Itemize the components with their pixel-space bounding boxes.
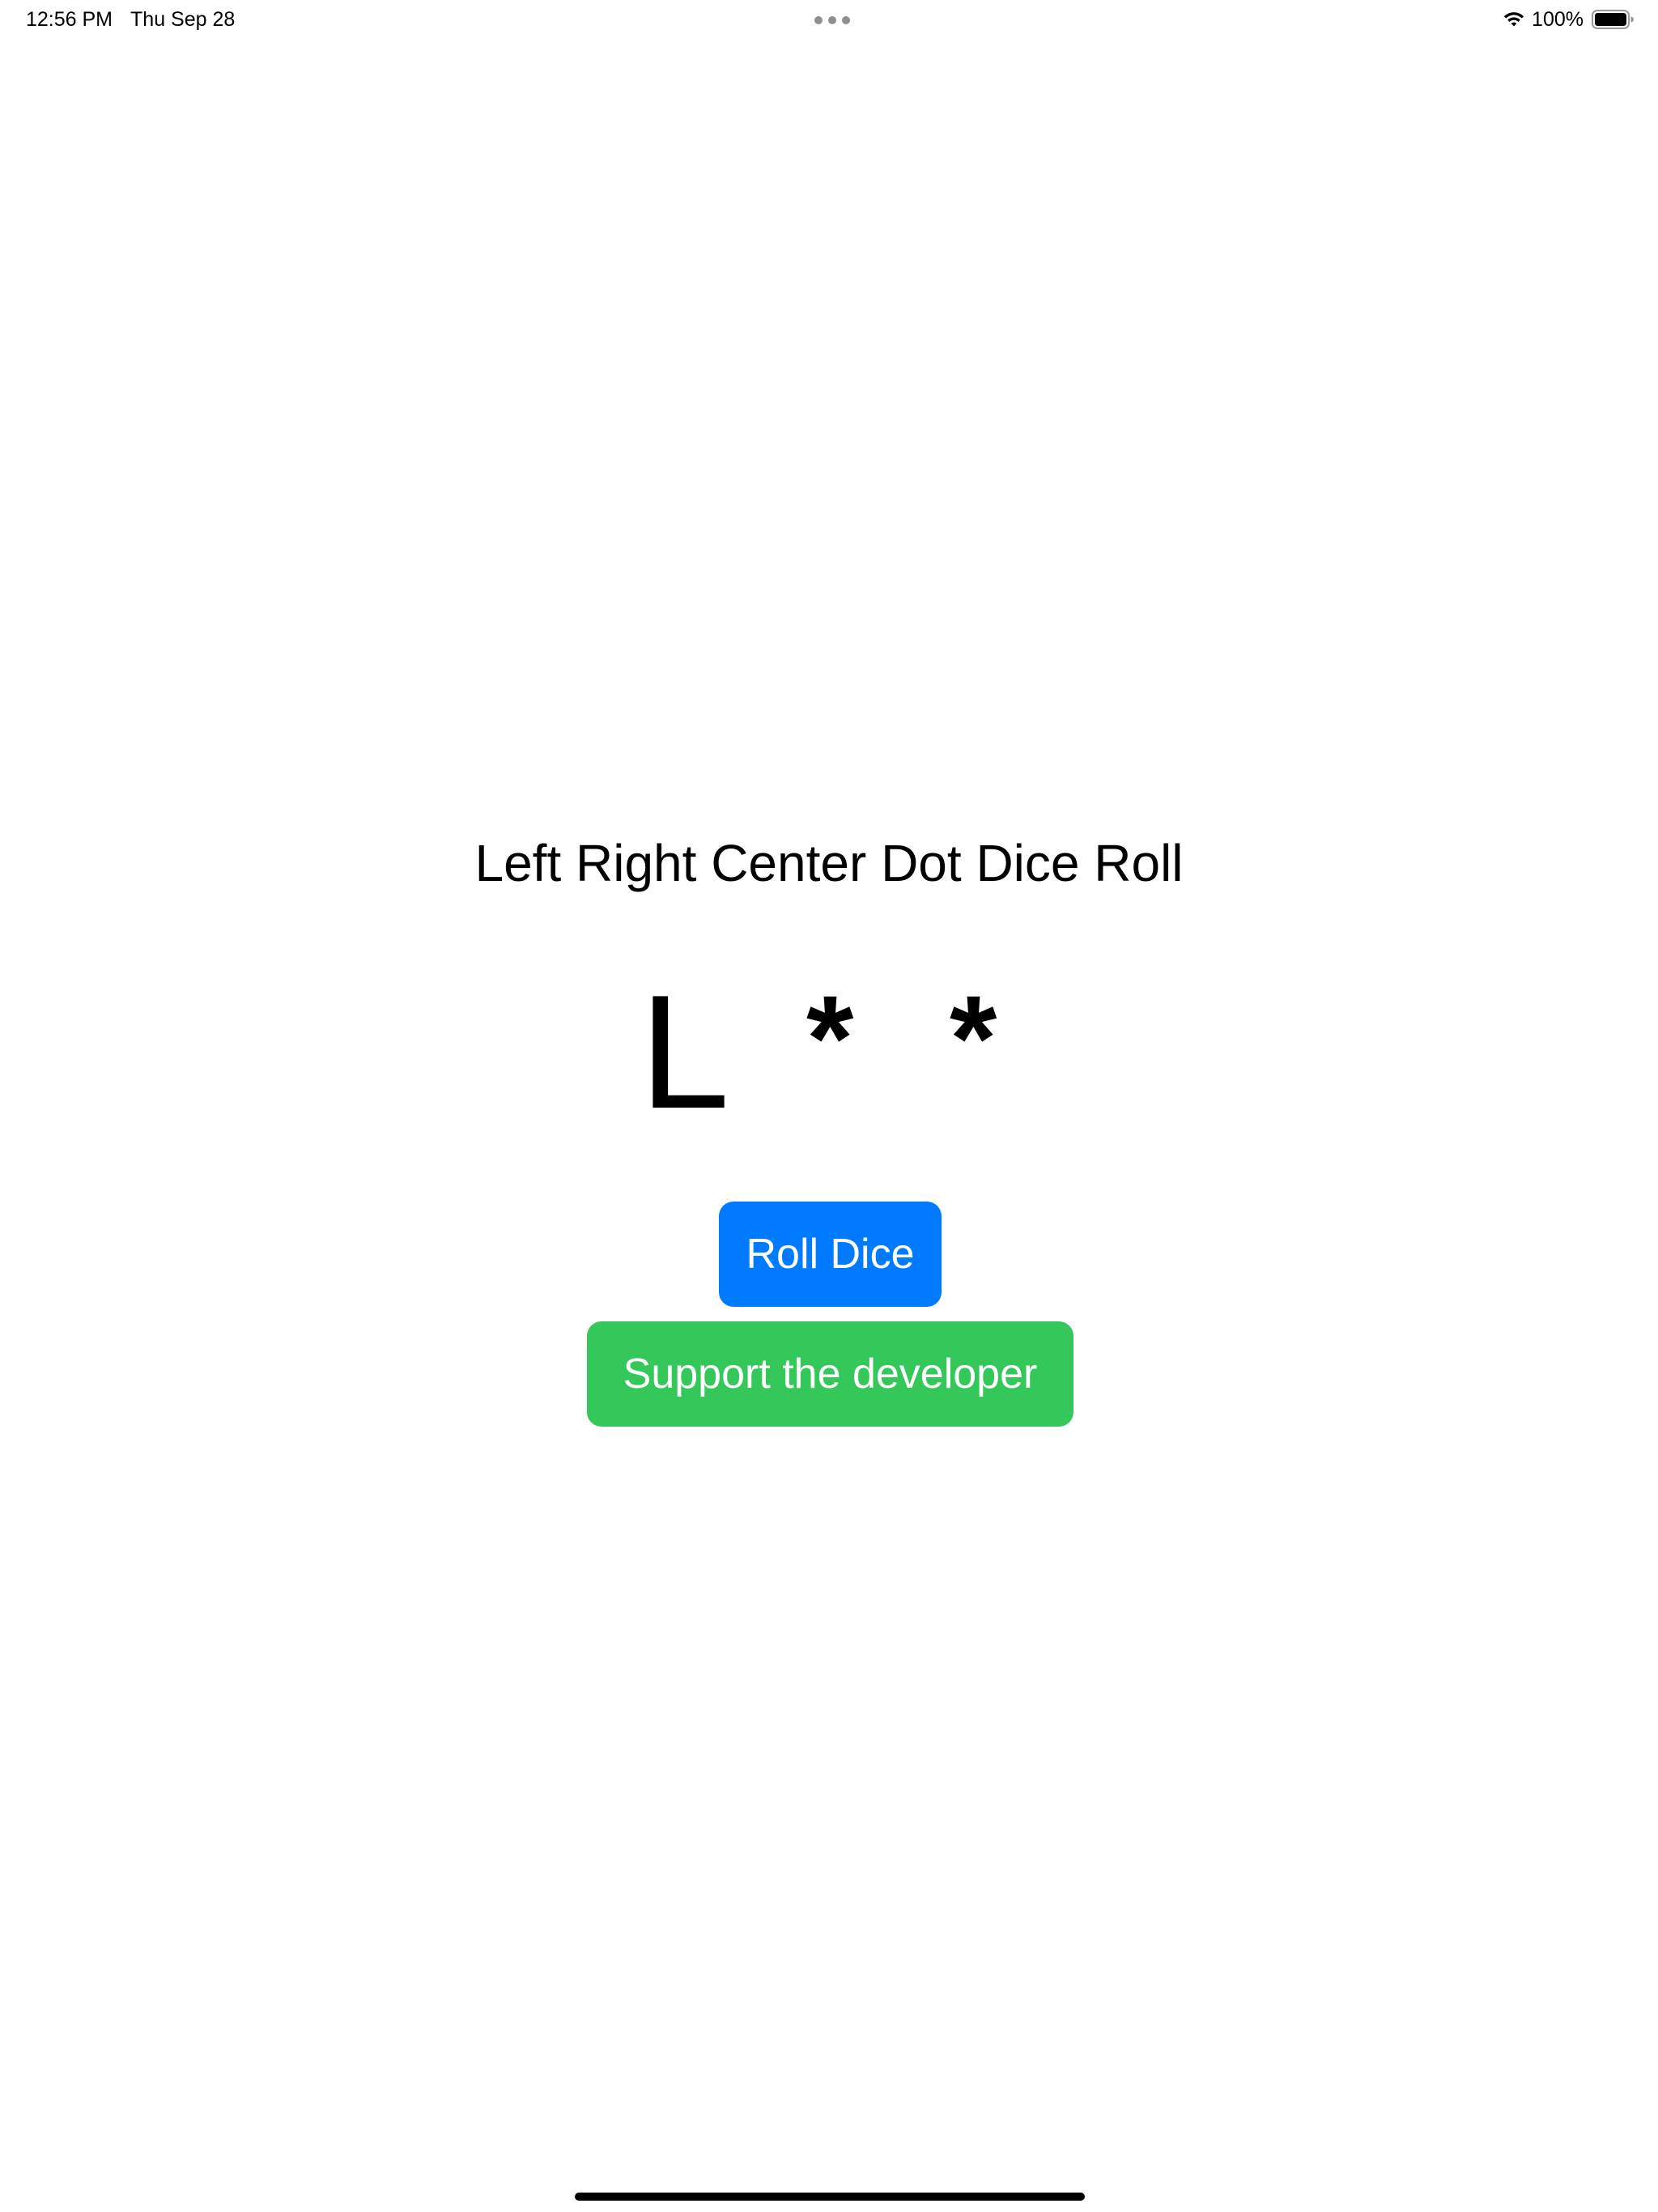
battery-icon: [1592, 10, 1634, 29]
status-bar: 12:56 PM Thu Sep 28 100%: [0, 0, 1658, 39]
die-2-face: *: [806, 970, 854, 1106]
die-3-face: *: [950, 970, 997, 1106]
battery-percent: 100%: [1532, 7, 1584, 31]
page-title: Left Right Center Dot Dice Roll: [474, 834, 1184, 892]
home-indicator[interactable]: [575, 2193, 1085, 2201]
dot: [842, 16, 850, 24]
status-time: 12:56 PM: [26, 8, 113, 31]
wifi-icon: [1503, 12, 1524, 27]
roll-dice-button[interactable]: Roll Dice: [719, 1202, 942, 1307]
support-developer-button[interactable]: Support the developer: [587, 1321, 1073, 1427]
status-indicators: 100%: [1503, 6, 1634, 32]
dot: [828, 16, 836, 24]
status-time-date: 12:56 PM Thu Sep 28: [26, 6, 235, 32]
status-date: Thu Sep 28: [130, 8, 236, 31]
dice-row: L * *: [0, 968, 1658, 1138]
dot: [814, 16, 823, 24]
die-1-face: L: [640, 962, 730, 1142]
multitasking-dots-icon[interactable]: [814, 16, 850, 24]
